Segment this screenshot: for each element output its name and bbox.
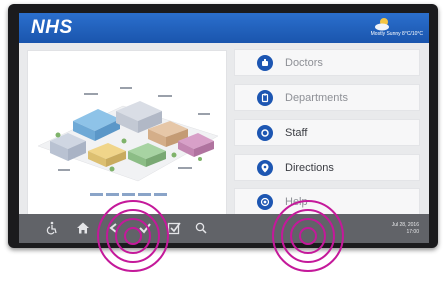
sun-cloud-icon — [375, 18, 389, 31]
header-bar: NHS Mostly Sunny 8°C/10°C — [19, 13, 429, 43]
nhs-logo: NHS — [31, 17, 73, 38]
accessibility-icon[interactable] — [45, 221, 59, 235]
lifebuoy-icon — [257, 194, 273, 210]
menu-item-staff[interactable]: Staff — [234, 119, 420, 146]
hospital-map[interactable] — [27, 50, 227, 216]
menu-label: Directions — [285, 162, 334, 174]
weather-widget: Mostly Sunny 8°C/10°C — [333, 17, 423, 41]
location-pin-icon — [257, 160, 273, 176]
menu-label: Departments — [285, 92, 348, 104]
clipboard-icon — [257, 90, 273, 106]
touch-ripple-right — [299, 227, 317, 245]
legend-item — [122, 193, 135, 196]
staff-icon — [257, 125, 273, 141]
legend-item — [138, 193, 151, 196]
time-text: 17:00 — [406, 229, 419, 235]
doctor-icon — [257, 55, 273, 71]
home-icon[interactable] — [76, 221, 90, 235]
menu-label: Doctors — [285, 57, 323, 69]
main-menu: Doctors Departments Staff Directions Hel… — [234, 47, 422, 217]
datetime: Jul 28, 2016 17:00 — [392, 222, 419, 236]
legend-item — [106, 193, 119, 196]
date-text: Jul 28, 2016 — [391, 222, 419, 228]
menu-item-doctors[interactable]: Doctors — [234, 49, 420, 76]
legend-item — [90, 193, 103, 196]
weather-text: Mostly Sunny 8°C/10°C — [370, 31, 423, 37]
search-icon[interactable] — [194, 221, 208, 235]
taskbar: Jul 28, 2016 17:00 — [19, 214, 429, 243]
menu-item-departments[interactable]: Departments — [234, 84, 420, 111]
menu-item-directions[interactable]: Directions — [234, 154, 420, 181]
legend-item — [154, 193, 167, 196]
menu-label: Staff — [285, 127, 308, 139]
touch-ripple-left — [124, 227, 142, 245]
kiosk-screen: NHS Mostly Sunny 8°C/10°C Doctors Depart… — [19, 13, 429, 243]
map-legend — [90, 190, 170, 200]
checkbox-icon[interactable] — [167, 221, 181, 235]
